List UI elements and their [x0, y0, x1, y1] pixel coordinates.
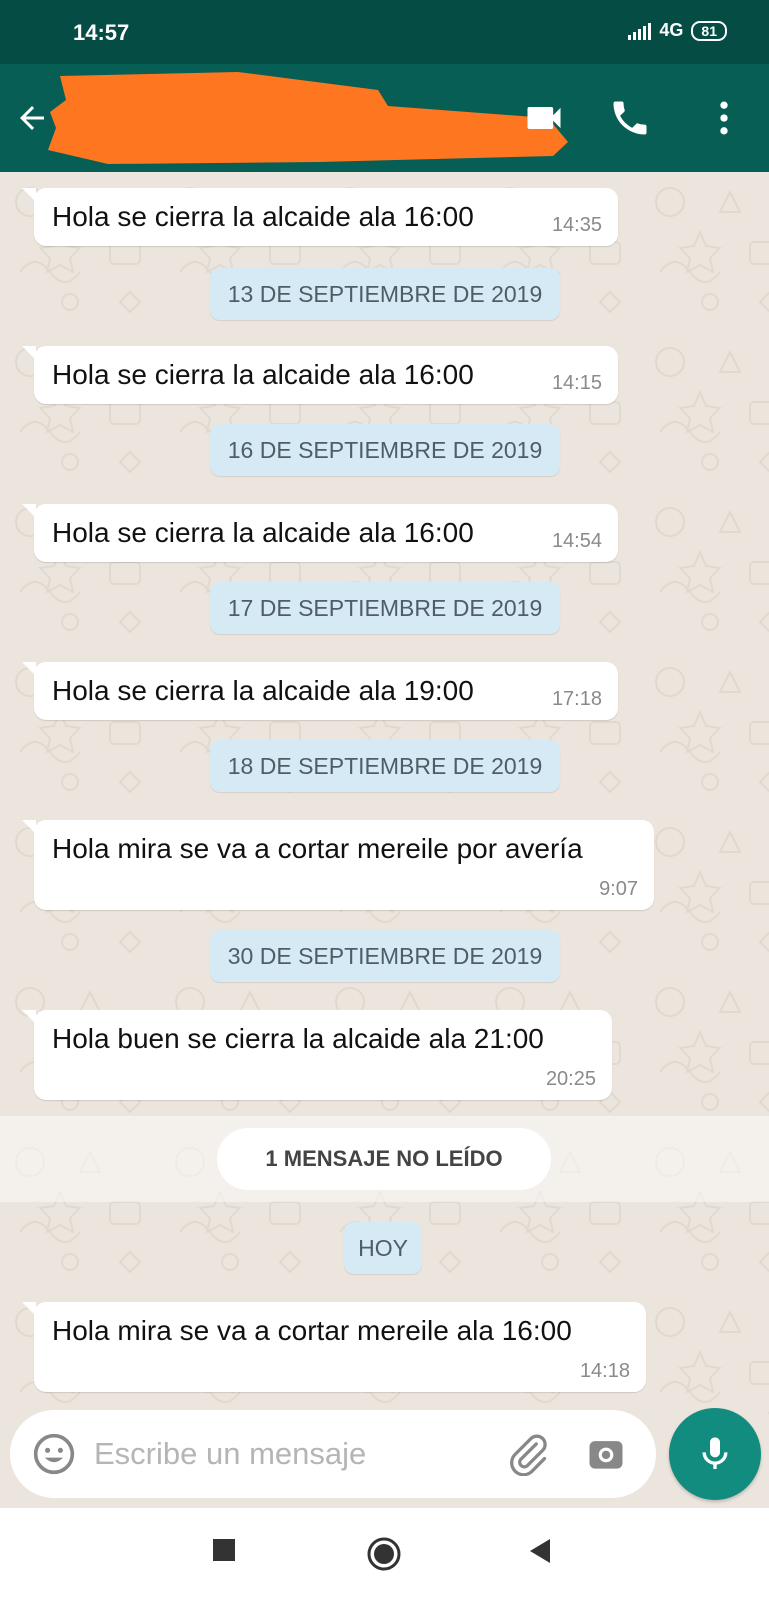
signal-icon: [628, 22, 652, 40]
message-composer: [10, 1410, 656, 1498]
system-nav-bar: [0, 1508, 769, 1600]
date-separator: 17 DE SEPTIEMBRE DE 2019: [210, 582, 560, 634]
status-time: 14:57: [73, 20, 130, 45]
message-bubble[interactable]: Hola buen se cierra la alcaide ala 21:00…: [22, 1010, 612, 1100]
message-input[interactable]: [94, 1436, 484, 1472]
battery-icon: 81: [691, 20, 727, 41]
message-time: 20:25: [545, 1068, 596, 1090]
mic-icon: [702, 1437, 728, 1469]
status-bar: 14:57 4G 81: [0, 0, 769, 64]
phone-icon[interactable]: [608, 96, 652, 140]
message-text: Hola se cierra la alcaide ala 19:00: [52, 675, 474, 706]
message-text: Hola mira se va a cortar mereile por ave…: [52, 833, 583, 864]
message-bubble[interactable]: Hola mira se va a cortar mereile por ave…: [22, 820, 654, 910]
nav-back-icon[interactable]: [528, 1538, 552, 1564]
message-text: Hola buen se cierra la alcaide ala 21:00: [52, 1023, 544, 1054]
message-text: Hola se cierra la alcaide ala 16:00: [52, 359, 474, 390]
message-time: 14:15: [551, 372, 602, 394]
date-separator: HOY: [344, 1222, 422, 1274]
message-bubble[interactable]: Hola se cierra la alcaide ala 16:00 14:3…: [22, 188, 618, 246]
message-bubble[interactable]: Hola se cierra la alcaide ala 19:00 17:1…: [22, 662, 618, 720]
unread-divider: 1 MENSAJE NO LEÍDO: [0, 1116, 769, 1202]
nav-home-icon[interactable]: [366, 1536, 402, 1572]
emoji-icon[interactable]: [32, 1432, 76, 1476]
message-text: Hola se cierra la alcaide ala 16:00: [52, 517, 474, 548]
unread-count-label: 1 MENSAJE NO LEÍDO: [217, 1128, 551, 1190]
message-time: 14:35: [551, 214, 602, 236]
status-indicators: 4G 81: [628, 20, 727, 41]
date-separator: 13 DE SEPTIEMBRE DE 2019: [210, 268, 560, 320]
battery-level: 81: [701, 22, 717, 39]
message-text: Hola mira se va a cortar mereile ala 16:…: [52, 1315, 572, 1346]
camera-icon[interactable]: [584, 1432, 628, 1476]
network-type: 4G: [659, 20, 684, 40]
nav-recents-icon[interactable]: [212, 1538, 236, 1562]
message-bubble[interactable]: Hola mira se va a cortar mereile ala 16:…: [22, 1302, 646, 1392]
date-separator: 18 DE SEPTIEMBRE DE 2019: [210, 740, 560, 792]
video-call-icon[interactable]: [522, 96, 566, 140]
message-time: 17:18: [551, 688, 602, 710]
message-text: Hola se cierra la alcaide ala 16:00: [52, 201, 474, 232]
message-time: 9:07: [599, 878, 638, 900]
mic-button[interactable]: [669, 1408, 761, 1500]
back-arrow-icon[interactable]: [14, 100, 50, 136]
message-time: 14:18: [579, 1360, 630, 1382]
message-bubble[interactable]: Hola se cierra la alcaide ala 16:00 14:1…: [22, 346, 618, 404]
attach-icon[interactable]: [506, 1432, 550, 1476]
contact-name-redacted[interactable]: [48, 72, 583, 164]
date-separator: 16 DE SEPTIEMBRE DE 2019: [210, 424, 560, 476]
message-bubble[interactable]: Hola se cierra la alcaide ala 16:00 14:5…: [22, 504, 618, 562]
chat-header: [0, 64, 769, 172]
more-options-icon[interactable]: [702, 96, 746, 140]
date-separator: 30 DE SEPTIEMBRE DE 2019: [210, 930, 560, 982]
message-time: 14:54: [551, 530, 602, 552]
chat-area[interactable]: Hola se cierra la alcaide ala 16:00 14:3…: [0, 172, 769, 1414]
